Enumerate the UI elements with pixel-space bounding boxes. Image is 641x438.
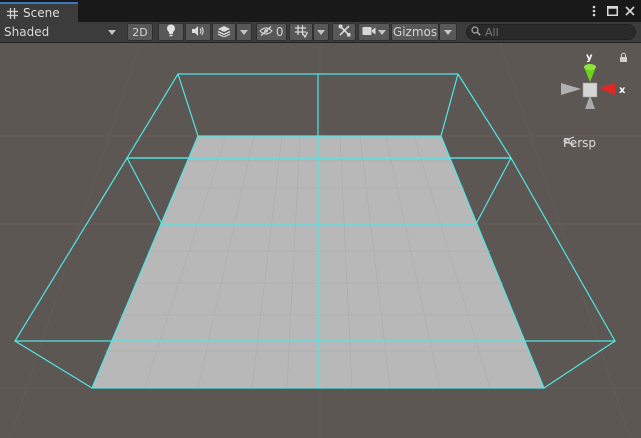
gizmos-dropdown-button[interactable] [439,23,457,41]
projection-toggle[interactable]: Persp [563,136,596,150]
maximize-icon[interactable] [605,4,619,18]
search-icon [471,25,481,39]
gizmos-button[interactable]: Gizmos [391,23,439,41]
shading-mode-dropdown[interactable]: Shaded [0,23,122,41]
axis-neg-x-cone[interactable] [561,83,581,95]
component-tools-button[interactable] [332,23,356,41]
tab-scene-label: Scene [23,6,60,20]
chevron-down-icon [317,29,325,35]
perspective-icon [563,136,575,146]
gizmo-center-cube[interactable] [582,82,598,98]
lock-icon [620,52,627,62]
audio-toggle-button[interactable] [185,23,211,41]
grid-icon [6,7,18,19]
grid-toggle-button[interactable] [289,23,313,41]
more-vert-icon[interactable] [587,4,601,18]
axis-y-label: y [586,52,593,63]
speaker-icon [191,25,205,40]
effects-dropdown-button[interactable] [236,23,252,41]
layers-icon [217,25,231,40]
scene-visibility-button[interactable]: 0 [256,23,287,41]
eye-slash-icon [259,25,274,39]
tab-scene[interactable]: Scene [0,2,78,22]
hidden-count: 0 [275,25,284,39]
chevron-down-icon [444,29,452,35]
tools-icon [338,24,351,40]
gizmos-label: Gizmos [392,25,438,39]
orientation-gizmo[interactable]: y x [557,49,637,125]
scene-window: Scene Shaded 2D 0 Gizmos All y x Persp [0,0,641,438]
window-actions [587,3,637,19]
scene-search-box[interactable] [466,24,636,40]
effects-toggle-button[interactable] [212,23,236,41]
grid-dropdown-button[interactable] [313,23,329,41]
scene-viewport[interactable]: y x Persp [0,43,641,438]
camera-icon [362,25,376,39]
chevron-down-icon [378,29,387,35]
camera-settings-button[interactable] [358,23,390,41]
scene-toolbar: Shaded 2D 0 Gizmos All [0,22,641,43]
toggle-2d-button[interactable]: 2D [127,23,153,41]
grid-toggle-icon [294,24,309,41]
chevron-down-icon [108,29,116,35]
search-input[interactable] [485,25,625,39]
toggle-2d-label: 2D [132,25,148,39]
lighting-toggle-button[interactable] [158,23,184,41]
axis-x-label: x [619,85,626,96]
chevron-down-icon [240,29,248,35]
shading-mode-value: Shaded [4,25,50,39]
lightbulb-icon [166,24,176,40]
tab-bar: Scene [0,0,641,22]
scene-render [0,43,641,438]
axis-x-cone[interactable] [599,83,615,95]
close-icon[interactable] [623,4,637,18]
